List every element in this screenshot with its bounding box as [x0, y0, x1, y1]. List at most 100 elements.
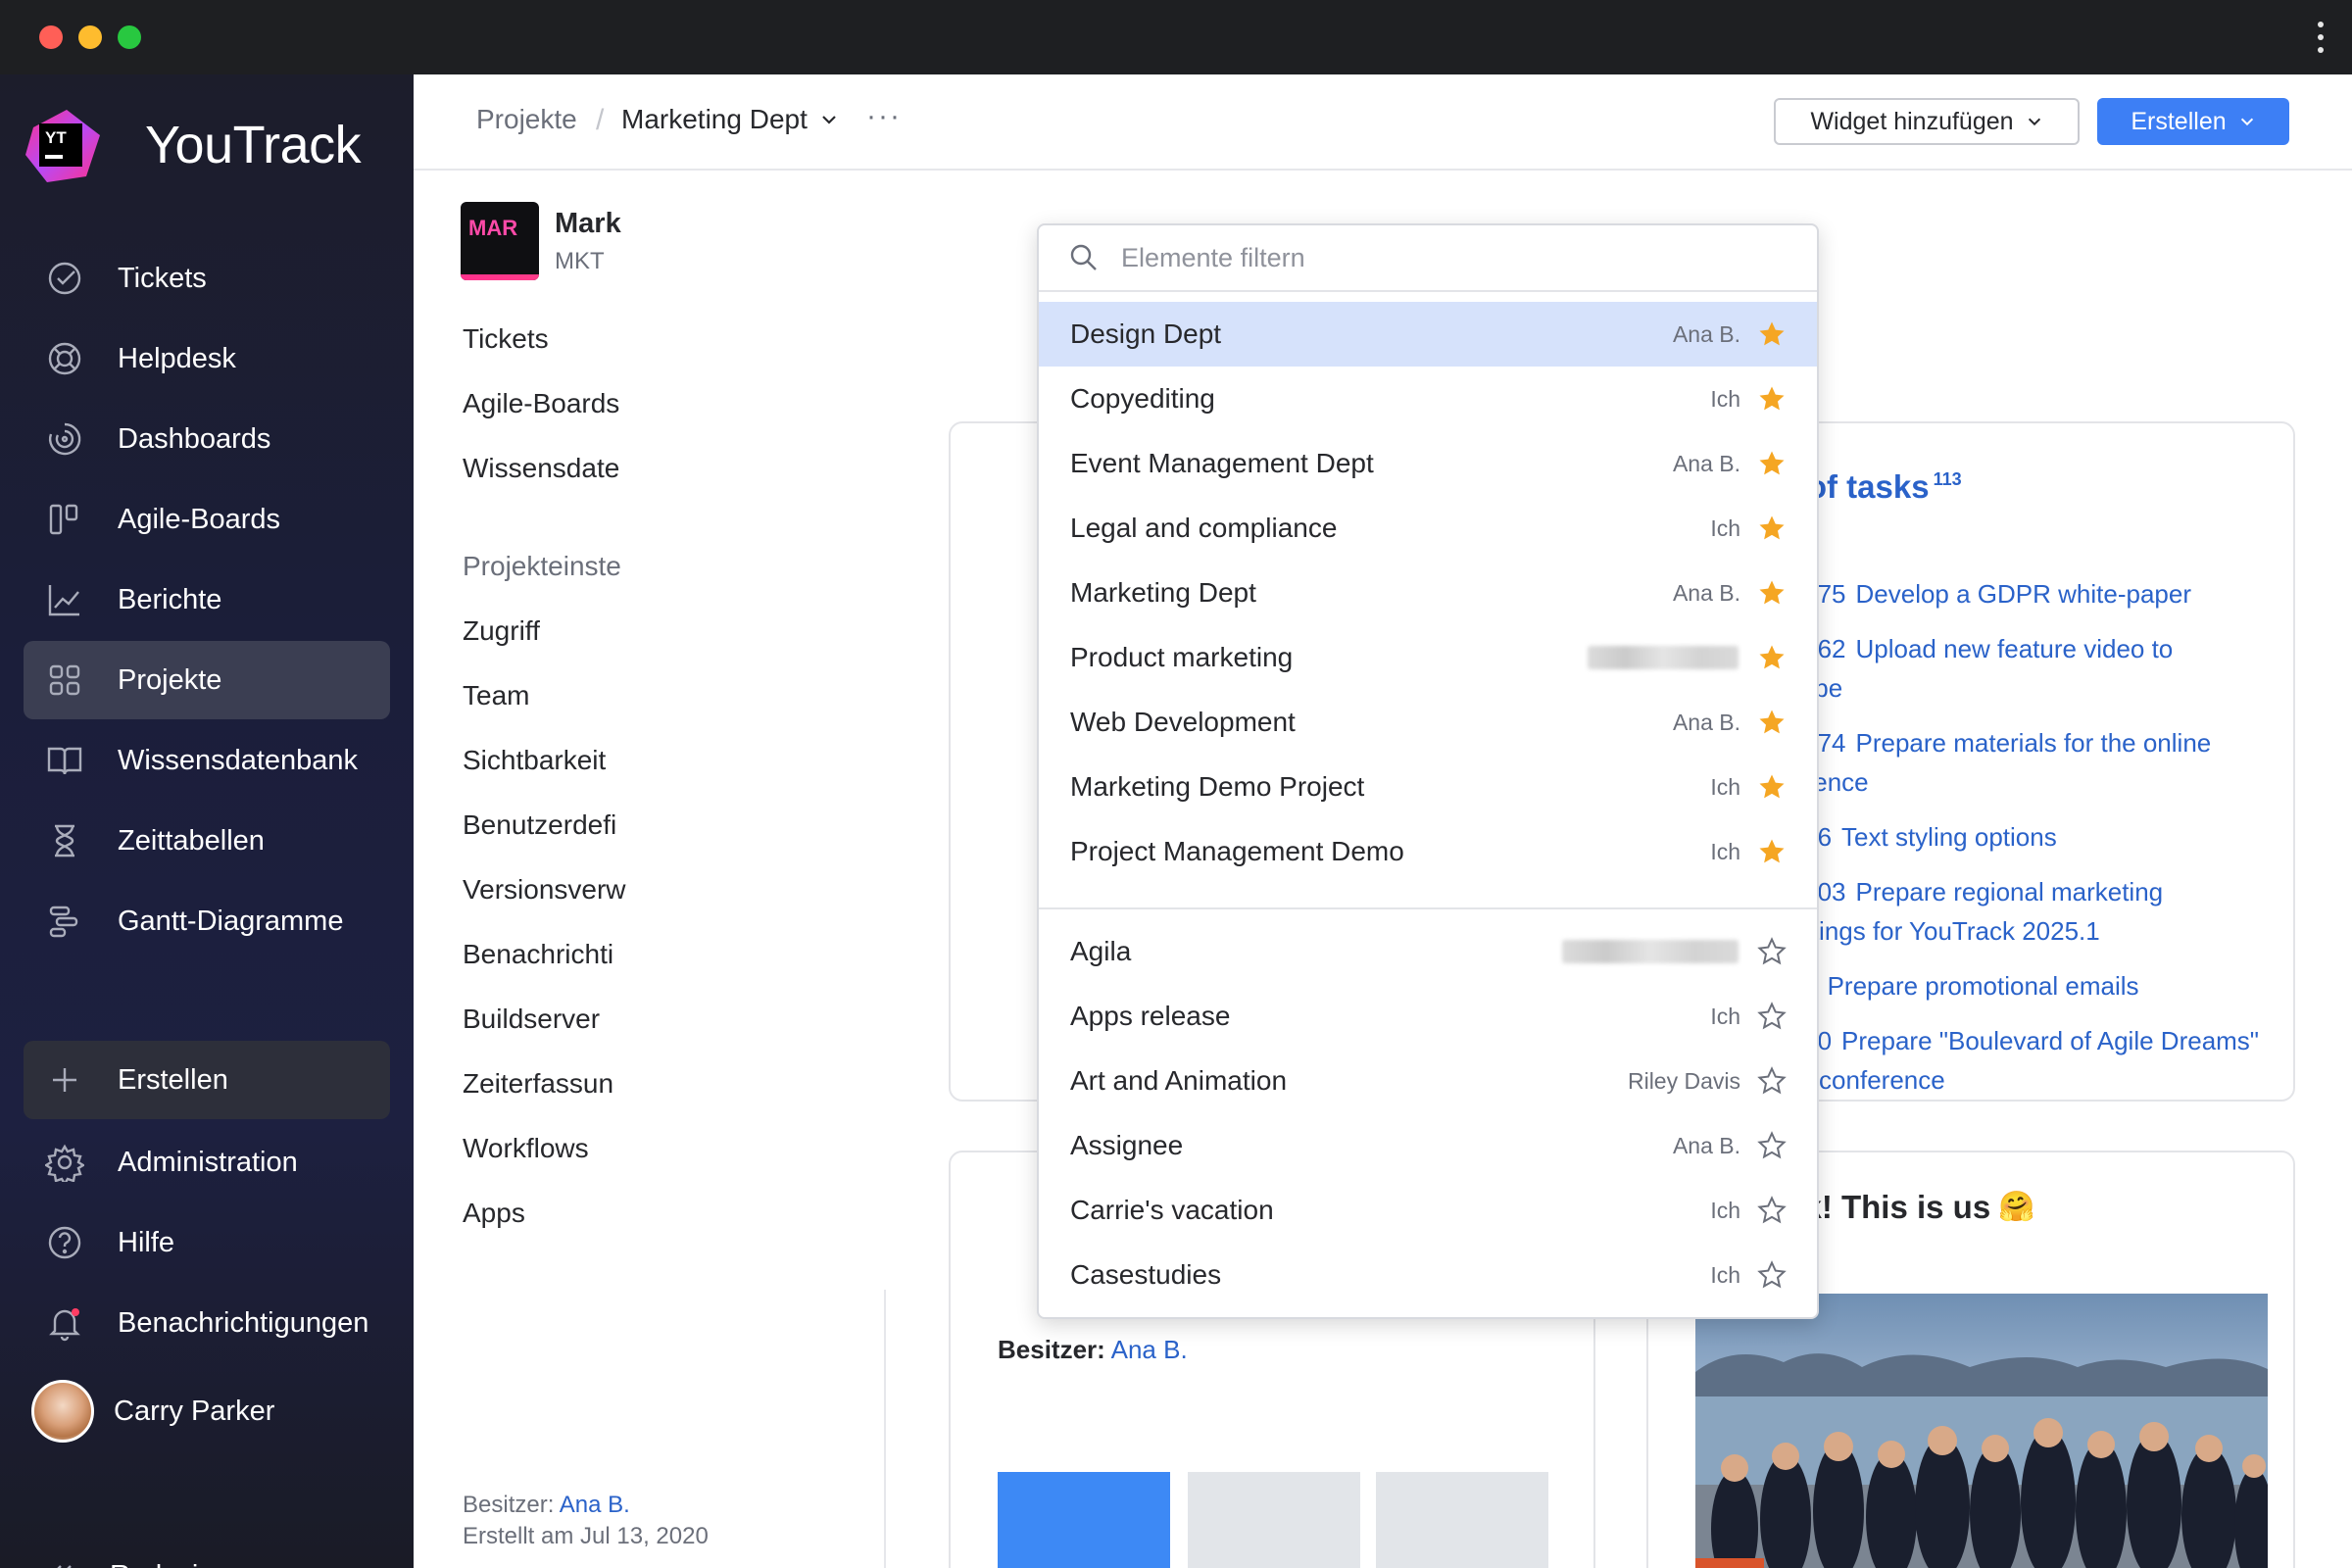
color-swatch	[1188, 1472, 1360, 1568]
star-outline-icon[interactable]	[1756, 1001, 1788, 1032]
list-item[interactable]: Copyediting Ich	[1039, 367, 1817, 431]
sidebar-item-label: Agile-Boards	[118, 503, 281, 535]
sidebar-item-notifications[interactable]: Benachrichtigungen	[24, 1284, 390, 1362]
project-name: Marketing Demo Project	[1070, 771, 1365, 802]
settings-versions[interactable]: Versionsverw	[463, 874, 626, 939]
sidebar-item-help[interactable]: Hilfe	[24, 1203, 390, 1282]
sidebar-item-dashboards[interactable]: Dashboards	[24, 400, 390, 478]
sidebar-item-timesheets[interactable]: Zeittabellen	[24, 802, 390, 880]
owner-link[interactable]: Ana B.	[1111, 1335, 1188, 1364]
sidebar-item-projects[interactable]: Projekte	[24, 641, 390, 719]
project-name: Legal and compliance	[1070, 513, 1338, 543]
list-item[interactable]: Marketing Dept Ana B.	[1039, 561, 1817, 625]
star-outline-icon[interactable]	[1756, 1259, 1788, 1291]
settings-team[interactable]: Team	[463, 680, 626, 745]
minimize-window-button[interactable]	[78, 25, 102, 49]
project-menu-knowledge-base[interactable]: Wissensdate	[463, 453, 619, 517]
project-owner: Riley Davis	[1627, 1067, 1740, 1094]
collapse-label: Reduzieren	[110, 1560, 255, 1568]
more-options-icon[interactable]: ···	[866, 100, 902, 133]
lifebuoy-icon	[45, 339, 84, 378]
list-item[interactable]: Marketing Demo Project Ich	[1039, 755, 1817, 819]
list-item[interactable]: Design Dept Ana B.	[1039, 302, 1817, 367]
star-filled-icon[interactable]	[1756, 513, 1788, 544]
star-outline-icon[interactable]	[1756, 1130, 1788, 1161]
collapse-sidebar-button[interactable]: Reduzieren	[45, 1558, 255, 1568]
add-widget-button[interactable]: Widget hinzufügen	[1774, 98, 2080, 145]
maximize-window-button[interactable]	[118, 25, 141, 49]
project-name: Apps release	[1070, 1001, 1231, 1031]
project-owner: Ich	[1710, 773, 1740, 800]
list-item[interactable]: Carrie's vacation Ich	[1039, 1178, 1817, 1243]
settings-notifications[interactable]: Benachrichti	[463, 939, 626, 1004]
star-filled-icon[interactable]	[1756, 836, 1788, 867]
user-name: Carry Parker	[114, 1395, 275, 1427]
list-item[interactable]: Event Management Dept Ana B.	[1039, 431, 1817, 496]
star-outline-icon[interactable]	[1756, 1195, 1788, 1226]
sidebar-item-label: Dashboards	[118, 422, 271, 455]
project-settings-menu: Projekteinste Zugriff Team Sichtbarkeit …	[463, 551, 626, 1262]
star-filled-icon[interactable]	[1756, 642, 1788, 673]
star-filled-icon[interactable]	[1756, 318, 1788, 350]
sidebar-create-button[interactable]: Erstellen	[24, 1041, 390, 1119]
star-outline-icon[interactable]	[1756, 936, 1788, 967]
settings-access[interactable]: Zugriff	[463, 615, 626, 680]
star-filled-icon[interactable]	[1756, 577, 1788, 609]
sidebar-item-reports[interactable]: Berichte	[24, 561, 390, 639]
list-item[interactable]: Apps release Ich	[1039, 984, 1817, 1049]
settings-build-server[interactable]: Buildserver	[463, 1004, 626, 1068]
sidebar: YT YouTrack Tickets Helpdesk Dashboards …	[0, 74, 414, 1568]
settings-apps[interactable]: Apps	[463, 1198, 626, 1262]
list-item[interactable]: Legal and compliance Ich	[1039, 496, 1817, 561]
settings-custom-fields[interactable]: Benutzerdefi	[463, 809, 626, 874]
task-title[interactable]: Text styling options	[1841, 822, 2057, 852]
grid-icon	[45, 661, 84, 700]
window-menu-icon[interactable]	[2317, 22, 2325, 53]
breadcrumb-current-project[interactable]: Marketing Dept	[621, 104, 839, 135]
star-filled-icon[interactable]	[1756, 448, 1788, 479]
create-button[interactable]: Erstellen	[2097, 98, 2289, 145]
user-profile[interactable]: Carry Parker	[31, 1380, 274, 1443]
sidebar-item-helpdesk[interactable]: Helpdesk	[24, 319, 390, 398]
list-item[interactable]: Web Development Ana B.	[1039, 690, 1817, 755]
settings-time-tracking[interactable]: Zeiterfassun	[463, 1068, 626, 1133]
list-item[interactable]: Art and Animation Riley Davis	[1039, 1049, 1817, 1113]
sidebar-item-administration[interactable]: Administration	[24, 1123, 390, 1201]
project-avatar: MAR	[461, 202, 539, 280]
breadcrumb-projects[interactable]: Projekte	[476, 104, 577, 135]
search-icon	[1070, 244, 1097, 270]
project-list: Design Dept Ana B. Copyediting Ich Event…	[1039, 292, 1817, 1307]
sidebar-item-agile-boards[interactable]: Agile-Boards	[24, 480, 390, 559]
task-title[interactable]: Develop a GDPR white-paper	[1856, 579, 2192, 609]
app-logo[interactable]: YT YouTrack	[24, 106, 362, 184]
sidebar-item-gantt[interactable]: Gantt-Diagramme	[24, 882, 390, 960]
help-icon	[45, 1223, 84, 1262]
star-filled-icon[interactable]	[1756, 383, 1788, 415]
star-filled-icon[interactable]	[1756, 771, 1788, 803]
list-item[interactable]: Project Management Demo Ich	[1039, 819, 1817, 884]
list-item[interactable]: Agila	[1039, 919, 1817, 984]
close-window-button[interactable]	[39, 25, 63, 49]
settings-visibility[interactable]: Sichtbarkeit	[463, 745, 626, 809]
filter-input[interactable]: Elemente filtern	[1039, 225, 1817, 292]
list-item[interactable]: Product marketing	[1039, 625, 1817, 690]
project-menu-agile-boards[interactable]: Agile-Boards	[463, 388, 619, 453]
top-bar: Projekte / Marketing Dept ··· Widget hin…	[414, 74, 2352, 171]
project-menu-tickets[interactable]: Tickets	[463, 323, 619, 388]
sidebar-item-knowledge-base[interactable]: Wissensdatenbank	[24, 721, 390, 800]
project-owner: Ana B.	[1672, 1132, 1740, 1158]
owner-row: Besitzer: Ana B.	[998, 1335, 1188, 1365]
double-chevron-left-icon	[45, 1558, 76, 1568]
owner-link[interactable]: Ana B.	[560, 1492, 630, 1518]
list-item[interactable]: Casestudies Ich	[1039, 1243, 1817, 1307]
sidebar-item-tickets[interactable]: Tickets	[24, 239, 390, 318]
star-outline-icon[interactable]	[1756, 1065, 1788, 1097]
project-key: MKT	[555, 248, 605, 274]
list-item[interactable]: Assignee Ana B.	[1039, 1113, 1817, 1178]
sidebar-item-label: Tickets	[118, 262, 207, 294]
task-title[interactable]: Prepare promotional emails	[1828, 971, 2139, 1001]
star-filled-icon[interactable]	[1756, 707, 1788, 738]
project-owner: Ich	[1710, 838, 1740, 864]
create-label: Erstellen	[2131, 107, 2227, 135]
settings-workflows[interactable]: Workflows	[463, 1133, 626, 1198]
